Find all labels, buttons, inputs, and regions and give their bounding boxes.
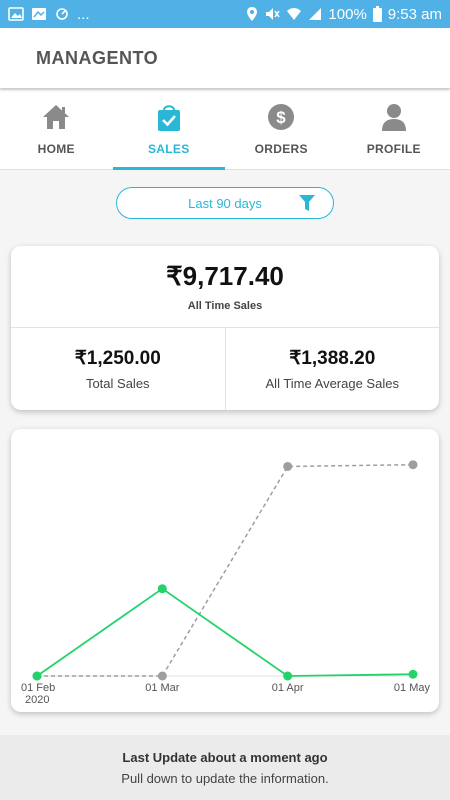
filter-icon [299,195,315,215]
status-dots: ... [77,5,90,23]
home-icon [41,102,71,132]
total-sales-label: Total Sales [85,376,150,391]
app-bar: MANAGENTO [0,28,450,88]
battery-icon [372,6,382,22]
x-tick-year-label: 2020 [25,694,49,706]
shopping-bag-icon [154,102,184,132]
series-0-point-0 [32,671,42,681]
person-icon [379,102,409,132]
update-footer: Last Update about a moment ago Pull down… [0,735,450,800]
x-tick-label: 01 Mar [145,682,180,694]
series-1-point-3 [408,460,418,470]
x-tick-label: 01 Feb [21,682,55,694]
sales-content: Last 90 days ₹9,717.40 All Time Sales ₹1… [0,170,450,735]
mute-icon [264,6,281,22]
svg-text:$: $ [277,108,287,127]
series-line-0 [36,587,414,677]
series-0-point-3 [408,669,418,679]
all-time-sales: ₹9,717.40 All Time Sales [11,246,439,328]
signal-icon [308,7,322,21]
image-icon [8,7,24,21]
average-sales-label: All Time Average Sales [265,376,399,391]
tab-orders[interactable]: $ ORDERS [225,90,338,169]
wifi-icon [286,7,302,21]
series-0-point-1 [157,584,167,594]
series-1-point-1 [157,671,167,681]
series-1-point-2 [283,461,293,471]
gallery-icon [31,7,47,21]
location-icon [246,6,258,22]
x-tick-label: 01 May [394,682,431,694]
average-sales: ₹1,388.20 All Time Average Sales [224,328,440,410]
all-time-sales-label: All Time Sales [187,300,263,312]
series-0-point-2 [283,671,293,681]
sales-line-chart: 01 Feb 01 Mar 01 Apr 01 May 2020 [21,460,431,706]
series-line-1 [37,463,414,677]
dollar-icon: $ [266,102,296,132]
tab-home-label: HOME [37,142,75,156]
x-tick-label: 01 Apr [272,682,304,694]
tab-bar: HOME SALES $ ORDERS PROFILE [0,90,450,170]
date-range-filter[interactable]: Last 90 days [116,187,334,219]
tab-profile[interactable]: PROFILE [338,90,450,169]
average-sales-value: ₹1,388.20 [289,348,376,369]
tab-profile-label: PROFILE [366,142,421,156]
battery-level: 100% [328,5,367,23]
tab-sales[interactable]: SALES [112,90,226,170]
sales-summary-card: ₹9,717.40 All Time Sales ₹1,250.00 Total… [11,246,439,410]
status-bar: ... 100% 9:53 am [0,0,450,28]
tab-orders-label: ORDERS [254,142,308,156]
tab-home[interactable]: HOME [0,90,113,169]
all-time-sales-value: ₹9,717.40 [166,261,284,291]
sync-icon [54,7,70,21]
clock: 9:53 am [387,5,442,23]
tab-sales-label: SALES [147,142,190,156]
date-range-label: Last 90 days [188,195,262,211]
total-sales-value: ₹1,250.00 [74,348,161,369]
total-sales: ₹1,250.00 Total Sales [11,328,225,410]
pull-to-refresh-hint: Pull down to update the information. [121,770,329,786]
sales-chart-card: 01 Feb 01 Mar 01 Apr 01 May 2020 [11,429,439,712]
app-title: MANAGENTO [36,47,159,68]
last-update-text: Last Update about a moment ago [122,749,328,765]
